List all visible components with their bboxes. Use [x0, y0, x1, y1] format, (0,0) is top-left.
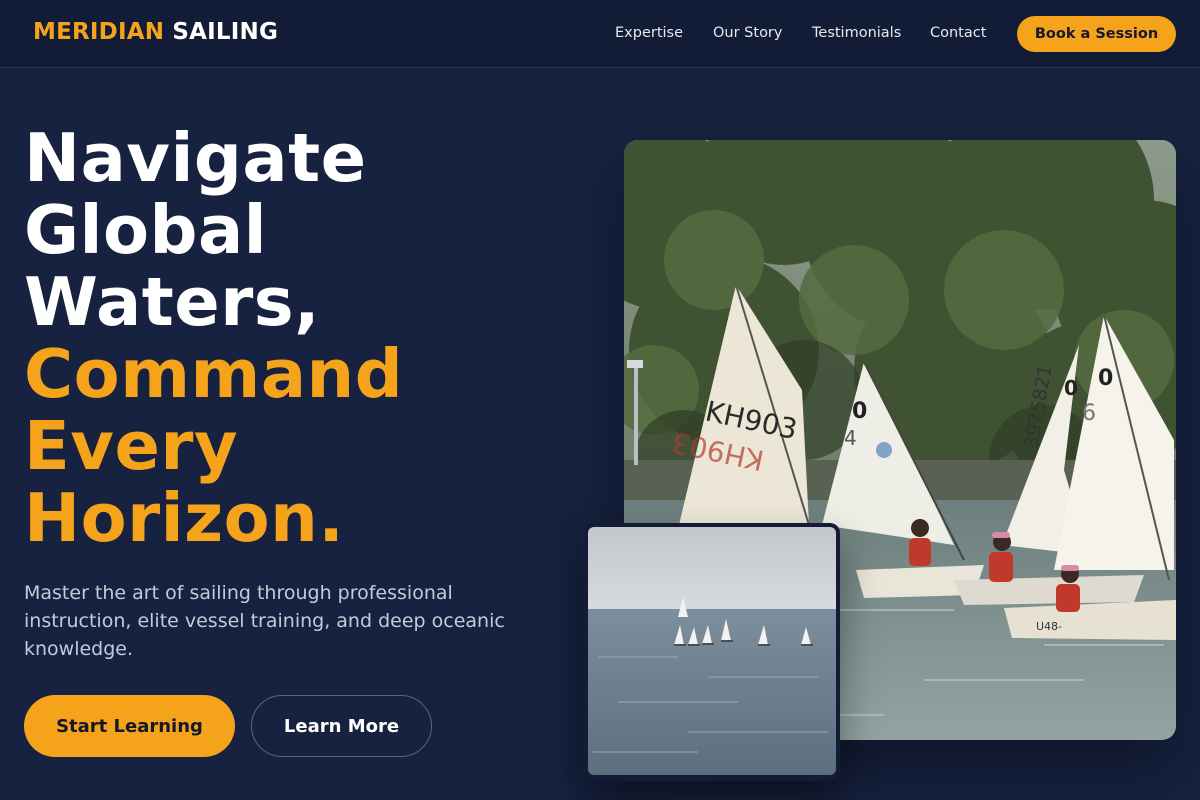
- svg-text:0: 0: [1064, 376, 1078, 400]
- svg-text:0: 0: [1098, 366, 1113, 391]
- inset-photo-frame: [584, 523, 840, 781]
- brand-name-part2: SAILING: [172, 19, 279, 45]
- start-learning-button[interactable]: Start Learning: [24, 695, 235, 757]
- headline-line-accent: Horizon.: [24, 479, 345, 557]
- nav-link-expertise[interactable]: Expertise: [615, 25, 683, 41]
- nav-link-contact[interactable]: Contact: [930, 25, 986, 41]
- svg-text:0: 0: [852, 399, 867, 424]
- book-session-button[interactable]: Book a Session: [1017, 16, 1176, 52]
- brand-name-part1: MERIDIAN: [33, 19, 165, 45]
- svg-text:6: 6: [1082, 401, 1096, 426]
- headline-line: Waters,: [24, 263, 321, 341]
- hero-subtitle: Master the art of sailing through profes…: [24, 582, 505, 660]
- headline-line-accent: Every: [24, 407, 239, 485]
- headline-line: Global: [24, 191, 268, 269]
- brand-logo[interactable]: MERIDIAN SAILING: [33, 19, 278, 45]
- site-header: MERIDIAN SAILING Expertise Our Story Tes…: [0, 0, 1200, 68]
- nav-link-testimonials[interactable]: Testimonials: [812, 25, 901, 41]
- learn-more-button[interactable]: Learn More: [251, 695, 432, 757]
- distant-regatta-photo: [588, 527, 836, 775]
- svg-text:4: 4: [844, 426, 857, 450]
- headline-line-accent: Command: [24, 335, 404, 413]
- svg-text:U48-: U48-: [1036, 620, 1062, 633]
- hero-headline: Navigate Global Waters, Command Every Ho…: [24, 122, 584, 554]
- distant-regatta-illustration: [588, 527, 836, 775]
- headline-line: Navigate: [24, 119, 367, 197]
- nav-link-our-story[interactable]: Our Story: [713, 25, 782, 41]
- landing-page: MERIDIAN SAILING Expertise Our Story Tes…: [0, 0, 1200, 800]
